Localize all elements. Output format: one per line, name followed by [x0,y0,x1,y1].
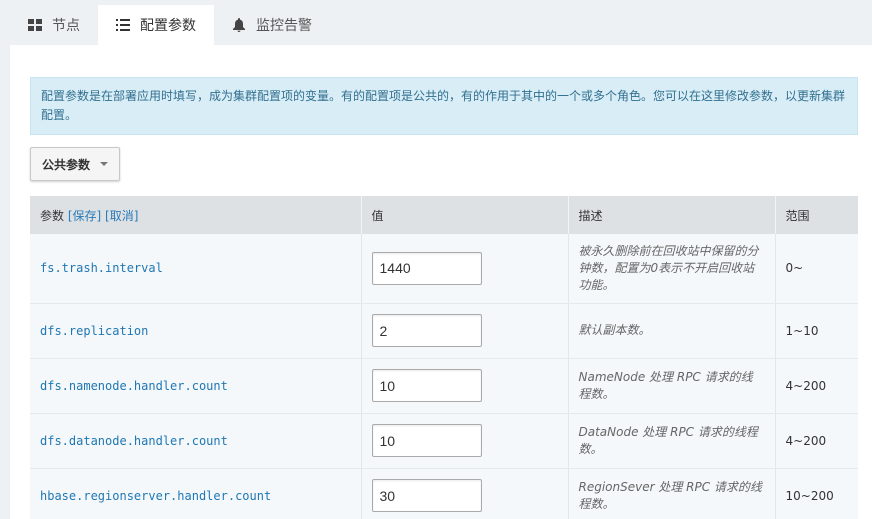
col-header-desc: 描述 [568,196,776,234]
cancel-link[interactable]: [取消] [105,209,138,223]
param-range: 4~200 [785,378,827,393]
param-cell: fs.trash.interval [30,234,362,304]
param-range: 0~ [785,261,804,276]
tab-monitoring-alerts[interactable]: 监控告警 [214,5,330,45]
param-name: dfs.datanode.handler.count [40,433,228,448]
bell-icon [232,18,246,32]
value-cell [361,303,569,359]
table-row: hbase.regionserver.handler.count RegionS… [30,468,858,519]
range-cell: 4~200 [775,413,858,469]
desc-cell: RegionSever 处理 RPC 请求的线程数。 [568,468,776,519]
param-cell: dfs.namenode.handler.count [30,358,362,414]
col-header-param: 参数 [保存] [取消] [30,196,362,234]
table-row: dfs.datanode.handler.count DataNode 处理 R… [30,413,858,469]
col-header-range: 范围 [775,196,858,234]
table-row: dfs.replication 默认副本数。 1~10 [30,303,858,359]
tab-bar: 节点 配置参数 监控告警 [10,5,330,45]
tab-label: 配置参数 [140,18,196,34]
value-cell [361,234,569,304]
param-cell: dfs.datanode.handler.count [30,413,362,469]
col-header-value: 值 [361,196,569,234]
table-row: fs.trash.interval 被永久删除前在回收站中保留的分钟数，配置为0… [30,234,858,304]
param-header-label: 参数 [40,208,65,223]
range-cell: 0~ [775,234,858,304]
tab-label: 节点 [52,18,80,34]
param-scope-dropdown[interactable]: 公共参数 [30,147,120,181]
param-description: DataNode 处理 RPC 请求的线程数。 [578,424,758,456]
param-value-input[interactable] [371,251,482,285]
tab-nodes[interactable]: 节点 [10,5,98,45]
param-description: 被永久删除前在回收站中保留的分钟数，配置为0表示不开启回收站功能。 [578,243,759,292]
params-table: 参数 [保存] [取消] 值 描述 范围 fs.trash.interval 被… [30,196,858,519]
tab-config-params[interactable]: 配置参数 [98,5,214,45]
desc-cell: NameNode 处理 RPC 请求的线程数。 [568,358,776,414]
dropdown-label: 公共参数 [42,157,91,172]
param-name: hbase.regionserver.handler.count [40,488,272,503]
param-value-input[interactable] [371,314,482,347]
param-description: RegionSever 处理 RPC 请求的线程数。 [578,479,762,511]
param-description: 默认副本数。 [578,323,651,337]
config-panel: 配置参数是在部署应用时填写，成为集群配置项的变量。有的配置项是公共的，有的作用于… [10,45,872,519]
save-link[interactable]: [保存] [68,209,101,223]
desc-cell: 默认副本数。 [568,303,776,359]
table-header-row: 参数 [保存] [取消] 值 描述 范围 [30,196,858,234]
param-name: fs.trash.interval [40,261,163,276]
value-cell [361,413,569,469]
param-value-input[interactable] [371,424,482,457]
value-cell [361,468,569,519]
param-range: 10~200 [785,488,834,503]
grid-icon [28,18,42,32]
range-cell: 4~200 [775,358,858,414]
list-icon [116,18,130,32]
param-description: NameNode 处理 RPC 请求的线程数。 [578,369,753,401]
desc-cell: 被永久删除前在回收站中保留的分钟数，配置为0表示不开启回收站功能。 [568,234,776,304]
param-range: 4~200 [785,433,827,448]
value-cell [361,358,569,414]
caret-down-icon [100,162,109,166]
param-value-input[interactable] [371,479,482,512]
param-cell: hbase.regionserver.handler.count [30,468,362,519]
param-name: dfs.replication [40,323,149,338]
param-range: 1~10 [785,323,819,338]
tab-label: 监控告警 [256,18,312,34]
param-name: dfs.namenode.handler.count [40,378,228,393]
range-cell: 10~200 [775,468,858,519]
range-cell: 1~10 [775,303,858,359]
info-notice: 配置参数是在部署应用时填写，成为集群配置项的变量。有的配置项是公共的，有的作用于… [30,77,858,135]
desc-cell: DataNode 处理 RPC 请求的线程数。 [568,413,776,469]
table-row: dfs.namenode.handler.count NameNode 处理 R… [30,358,858,414]
param-value-input[interactable] [371,369,482,402]
param-cell: dfs.replication [30,303,362,359]
